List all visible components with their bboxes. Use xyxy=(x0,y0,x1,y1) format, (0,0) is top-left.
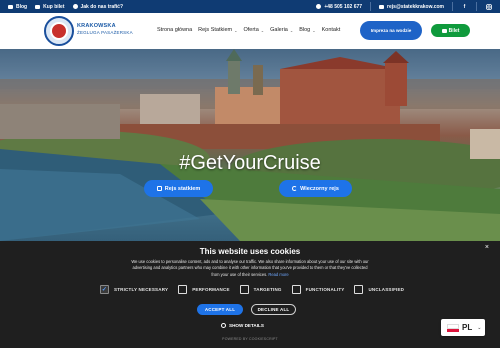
nav-item-kontakt[interactable]: Kontakt xyxy=(322,27,341,33)
nav-label: Kontakt xyxy=(321,27,341,33)
decline-all-button[interactable]: DECLINE ALL xyxy=(251,304,296,315)
site-logo[interactable] xyxy=(44,16,74,46)
ticket-icon xyxy=(35,4,41,9)
cookie-title: This website uses cookies xyxy=(199,247,301,256)
bilet-button[interactable]: Bilet xyxy=(431,24,470,37)
nav-item-galeria[interactable]: Galeria ⌄ xyxy=(270,27,293,33)
accept-all-button[interactable]: ACCEPT ALL xyxy=(197,304,243,315)
wieczorny-rejs-button[interactable]: Wieczorny rejs xyxy=(279,180,352,197)
chevron-down-icon: ⌄ xyxy=(234,27,238,33)
checkbox[interactable] xyxy=(239,285,249,294)
nav-label: Strona główna xyxy=(157,27,193,33)
powered-by-label[interactable]: POWERED BY COOKIESCRIPT xyxy=(0,337,500,341)
nav-label: Galeria xyxy=(270,27,288,33)
nav-label: Blog xyxy=(299,27,311,33)
cookie-category-targeting[interactable]: TARGETING xyxy=(239,285,282,294)
language-switcher[interactable]: PL ⌄ xyxy=(441,319,485,336)
map-pin-icon xyxy=(72,4,78,9)
checkbox-checked-icon[interactable]: ✓ xyxy=(100,285,109,294)
checkbox[interactable] xyxy=(178,285,188,294)
top-link-directions[interactable]: Jak do nas trafić? xyxy=(72,3,124,10)
chevron-down-icon: ⌄ xyxy=(477,324,482,331)
divider xyxy=(370,2,372,11)
language-code: PL xyxy=(462,323,473,332)
brand-line-1: KRAKOWSKA xyxy=(77,23,116,29)
nav-label: Rejs Statkiem xyxy=(198,27,233,33)
category-label: FUNCTIONALITY xyxy=(305,287,345,292)
cookie-banner: × This website uses cookies We use cooki… xyxy=(0,241,500,348)
phone-icon xyxy=(316,4,322,9)
facebook-icon[interactable]: f xyxy=(461,3,468,10)
ship-icon xyxy=(156,186,162,191)
nav-item-blog[interactable]: Blog ⌄ xyxy=(299,27,315,33)
top-email-link[interactable]: rejs@statekkrakow.com xyxy=(379,4,444,10)
ticket-icon xyxy=(441,28,447,33)
cookie-category-unclassified[interactable]: UNCLASSIFIED xyxy=(354,285,404,294)
category-label: TARGETING xyxy=(253,287,282,292)
top-link-blog[interactable]: Blog xyxy=(8,4,27,10)
top-link-label: Kup bilet xyxy=(43,3,65,10)
top-link-kup-bilet[interactable]: Kup bilet xyxy=(35,3,65,10)
impreza-button[interactable]: Impreza na wodzie xyxy=(360,21,422,40)
phone-number: +48 505 102 677 xyxy=(324,3,363,10)
category-label: UNCLASSIFIED xyxy=(368,287,405,292)
chevron-down-icon: ⌄ xyxy=(312,27,316,33)
chevron-down-icon: ⌄ xyxy=(289,27,294,33)
rejs-statkiem-label: Rejs statkiem xyxy=(164,185,201,192)
hero-section: #GetYourCruise Rejs statkiem Wieczorny r… xyxy=(0,49,500,241)
brand-name[interactable]: KRAKOWSKA ŻEGLUGA PASAŻERSKA xyxy=(77,23,133,35)
bilet-label: Bilet xyxy=(448,27,460,34)
divider xyxy=(476,2,477,11)
show-details-toggle[interactable]: SHOW DETAILS xyxy=(221,323,264,328)
cookie-category-strictly-necessary[interactable]: ✓ STRICTLY NECESSARY xyxy=(100,285,168,294)
hero-background-image xyxy=(0,49,500,241)
site-header: KRAKOWSKA ŻEGLUGA PASAŻERSKA Strona głów… xyxy=(0,13,500,49)
hero-title: #GetYourCruise xyxy=(179,152,321,174)
logo-emblem xyxy=(50,22,68,40)
email-address: rejs@statekkrakow.com xyxy=(387,3,444,10)
cookie-category-functionality[interactable]: FUNCTIONALITY xyxy=(291,285,345,294)
category-label: PERFORMANCE xyxy=(192,287,230,292)
top-bar-links: Blog Kup bilet Jak do nas trafić? xyxy=(8,4,123,10)
top-bar-contact: +48 505 102 677 rejs@statekkrakow.com f xyxy=(316,2,492,11)
cookie-description: We use cookies to personalise content, a… xyxy=(130,259,370,278)
rejs-statkiem-button[interactable]: Rejs statkiem xyxy=(144,180,213,197)
nav-item-rejs-statkiem[interactable]: Rejs Statkiem ⌄ xyxy=(198,27,237,33)
checkbox[interactable] xyxy=(354,285,364,294)
top-link-label: Jak do nas trafić? xyxy=(80,3,124,10)
cookie-categories: ✓ STRICTLY NECESSARY PERFORMANCE TARGETI… xyxy=(100,285,404,294)
brand-line-2: ŻEGLUGA PASAŻERSKA xyxy=(77,30,133,35)
top-bar: Blog Kup bilet Jak do nas trafić? +48 50… xyxy=(0,0,500,13)
cookie-category-performance[interactable]: PERFORMANCE xyxy=(178,285,229,294)
email-icon xyxy=(379,4,385,9)
book-icon xyxy=(8,4,13,9)
chevron-down-icon: ⌄ xyxy=(260,27,265,33)
main-nav: Strona główna Rejs Statkiem ⌄ Oferta ⌄ Gal… xyxy=(157,27,340,33)
read-more-link[interactable]: Read more xyxy=(268,272,288,277)
show-details-label: SHOW DETAILS xyxy=(229,323,264,328)
cookie-text-body: We use cookies to personalise content, a… xyxy=(131,259,369,277)
divider xyxy=(452,2,453,11)
category-label: STRICTLY NECESSARY xyxy=(114,287,169,292)
poland-flag-icon xyxy=(447,323,459,332)
top-link-label: Blog xyxy=(16,3,28,10)
nav-item-oferta[interactable]: Oferta ⌄ xyxy=(243,27,264,33)
nav-label: Oferta xyxy=(243,27,259,33)
instagram-icon[interactable] xyxy=(485,3,492,10)
gear-icon xyxy=(221,323,226,328)
wieczorny-rejs-label: Wieczorny rejs xyxy=(300,185,339,192)
top-phone-link[interactable]: +48 505 102 677 xyxy=(316,4,362,10)
nav-item-home[interactable]: Strona główna xyxy=(157,27,192,33)
checkbox[interactable] xyxy=(291,285,301,294)
moon-icon xyxy=(292,186,298,191)
